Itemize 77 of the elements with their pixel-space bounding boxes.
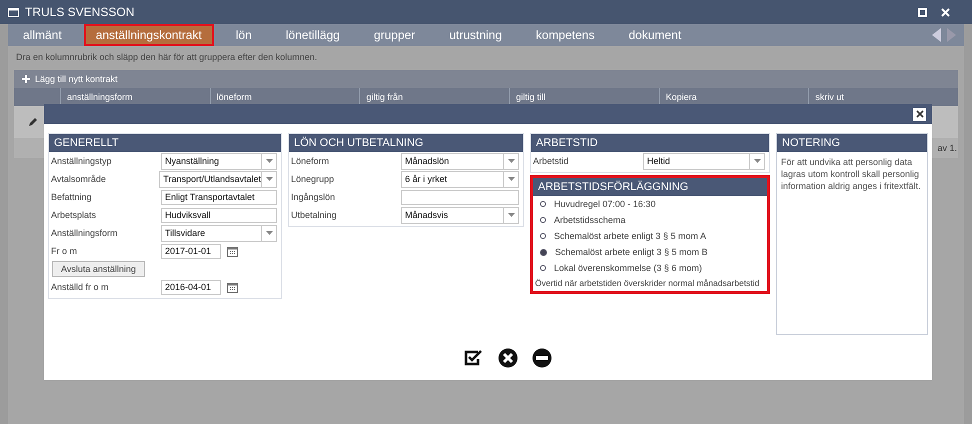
option-label: Schemalöst arbete enligt 3 § 5 mom A bbox=[554, 231, 706, 241]
maximize-icon[interactable] bbox=[918, 8, 927, 16]
option-label: Arbetstidsschema bbox=[554, 215, 626, 225]
close-icon[interactable] bbox=[941, 8, 950, 16]
dropdown-arrow-icon bbox=[508, 177, 514, 181]
group-hint: Dra en kolumnrubrik och släpp den här för att gruppera efter den kolumnen. bbox=[16, 52, 318, 62]
radio-option[interactable]: Lokal överenskommelse (3 § 6 mom) bbox=[533, 260, 767, 276]
dropdown[interactable]: Transport/Utlandsavtalet bbox=[159, 170, 277, 188]
option-label: Huvudregel 07:00 - 16:30 bbox=[554, 199, 656, 209]
tab[interactable]: dokument bbox=[616, 24, 694, 46]
field-label: Arbetstid bbox=[533, 156, 570, 166]
option-label: Schemalöst arbete enligt 3 § 5 mom B bbox=[555, 247, 708, 257]
notes-text: För att undvika att personlig data lagras utom kontroll skall personlig information aldrig anges i fritextfält. bbox=[780, 156, 922, 193]
window-title: TRULS SVENSSON bbox=[25, 5, 134, 19]
remove-icon[interactable] bbox=[532, 348, 552, 368]
dropdown-arrow-icon bbox=[266, 177, 272, 181]
dropdown-arrow-icon bbox=[266, 231, 272, 235]
radio-button[interactable] bbox=[540, 233, 546, 239]
field-label: Anställningstyp bbox=[51, 156, 113, 166]
field-label: Anställningsform bbox=[51, 228, 119, 238]
checkbox-icon[interactable] bbox=[464, 348, 484, 366]
calendar-icon[interactable] bbox=[227, 246, 238, 256]
tab[interactable]: grupper bbox=[362, 24, 428, 46]
section-header: GENERELLT bbox=[49, 134, 281, 152]
tab[interactable]: kompetens bbox=[524, 24, 607, 46]
field-label: Arbetsplats bbox=[51, 210, 98, 220]
dropdown[interactable]: Nyanställning bbox=[161, 152, 277, 170]
text-field[interactable] bbox=[401, 190, 519, 204]
dropdown[interactable]: Heltid bbox=[643, 152, 765, 170]
cancel-icon[interactable] bbox=[498, 348, 518, 368]
date-field[interactable]: 2017-01-01 bbox=[161, 244, 221, 258]
tab[interactable]: allmänt bbox=[11, 24, 74, 46]
field-label: Fr o m bbox=[51, 246, 78, 256]
tab[interactable]: lönetillägg bbox=[274, 24, 352, 46]
text-field[interactable]: Hudviksvall bbox=[161, 208, 277, 222]
dropdown-arrow-icon bbox=[508, 159, 514, 163]
overtime-text: Övertid när arbetstiden överskrider normal månadsarbetstid bbox=[534, 277, 760, 288]
radio-button[interactable] bbox=[540, 265, 546, 271]
close-button[interactable] bbox=[913, 108, 926, 120]
dropdown[interactable]: Månadsvis bbox=[401, 206, 519, 224]
radio-button[interactable] bbox=[540, 217, 546, 223]
field-label: Anställd fr o m bbox=[51, 282, 110, 292]
calendar-icon[interactable] bbox=[227, 282, 238, 292]
field-label: Löneform bbox=[291, 156, 330, 166]
text-field[interactable]: Enligt Transportavtalet bbox=[161, 190, 277, 204]
tab[interactable]: anställningskontrakt bbox=[84, 24, 214, 46]
field-label: Avtalsområde bbox=[51, 174, 107, 184]
window-icon bbox=[8, 8, 19, 16]
pager-text: av 1. bbox=[937, 143, 957, 153]
section-header: ARBETSTID bbox=[531, 134, 769, 152]
dropdown-arrow-icon bbox=[508, 213, 514, 217]
radio-option[interactable]: Schemalöst arbete enligt 3 § 5 mom A bbox=[533, 228, 767, 244]
field-label: Ingångslön bbox=[291, 192, 336, 202]
option-label: Lokal överenskommelse (3 § 6 mom) bbox=[554, 263, 702, 273]
dropdown[interactable]: 6 år i yrket bbox=[401, 170, 519, 188]
field-label: Utbetalning bbox=[291, 210, 338, 220]
dropdown[interactable]: Månadslön bbox=[401, 152, 519, 170]
radio-button[interactable] bbox=[540, 248, 547, 256]
radio-option[interactable]: Arbetstidsschema bbox=[533, 212, 767, 228]
field-label: Lönegrupp bbox=[291, 174, 336, 184]
add-contract-button[interactable]: Lägg till nytt kontrakt bbox=[14, 74, 126, 84]
dropdown[interactable]: Tillsvidare bbox=[161, 224, 277, 242]
date-field[interactable]: 2016-04-01 bbox=[161, 280, 221, 294]
section-header: ARBETSTIDSFÖRLÄGGNING bbox=[533, 178, 767, 196]
field-label: Befattning bbox=[51, 192, 93, 202]
plus-icon bbox=[22, 75, 30, 83]
dropdown-arrow-icon bbox=[754, 159, 760, 163]
section-header: NOTERING bbox=[777, 134, 927, 152]
pencil-icon[interactable] bbox=[28, 117, 38, 127]
dropdown-arrow-icon bbox=[266, 159, 272, 163]
tab[interactable]: lön bbox=[224, 24, 264, 46]
end-employment-button[interactable]: Avsluta anställning bbox=[52, 261, 145, 277]
radio-option[interactable]: Schemalöst arbete enligt 3 § 5 mom B bbox=[533, 244, 767, 260]
radio-option[interactable]: Huvudregel 07:00 - 16:30 bbox=[533, 196, 767, 212]
radio-button[interactable] bbox=[540, 201, 546, 207]
section-header: LÖN OCH UTBETALNING bbox=[289, 134, 523, 152]
tab[interactable]: utrustning bbox=[437, 24, 514, 46]
